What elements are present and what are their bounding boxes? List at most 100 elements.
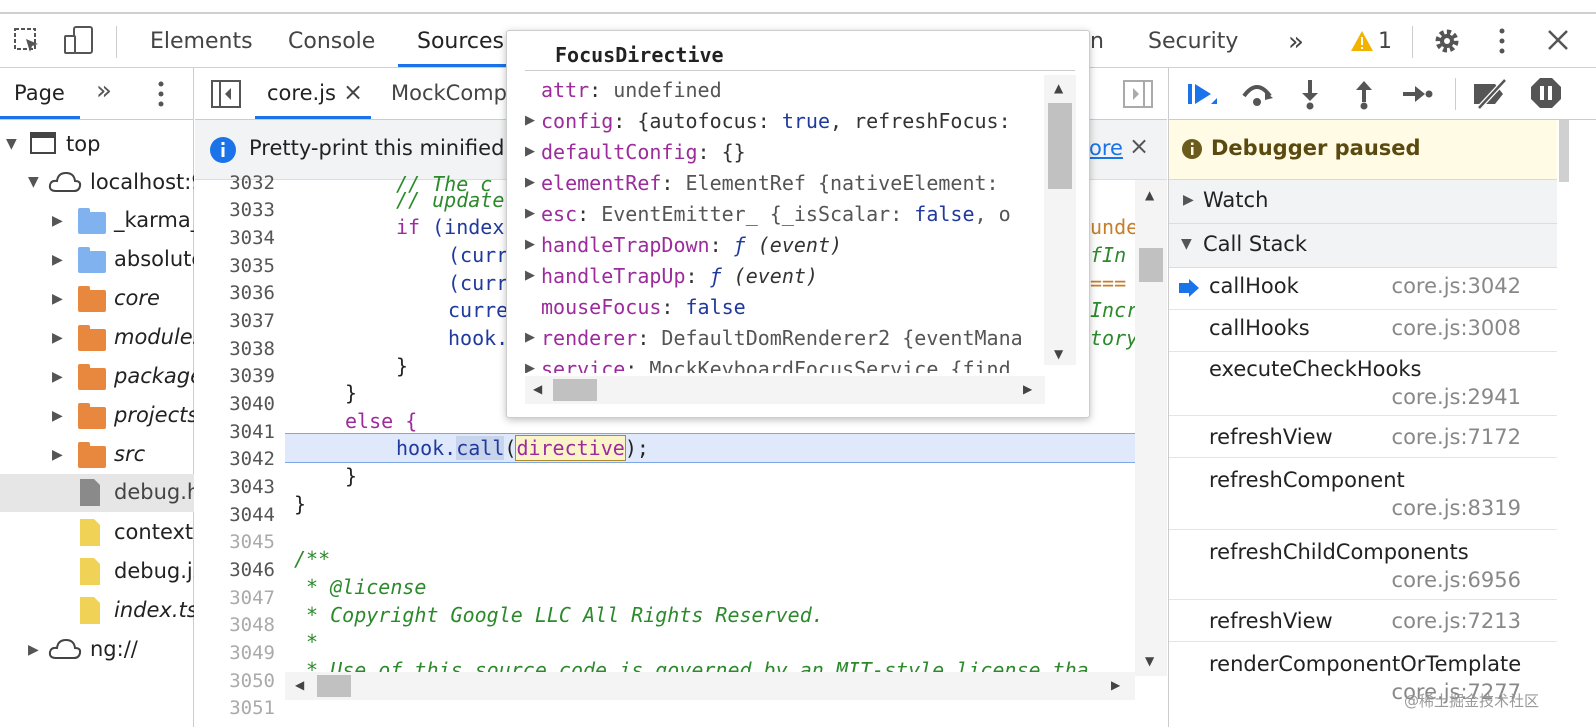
scroll-down-icon[interactable]: ▼ — [1145, 654, 1154, 668]
resume-icon[interactable] — [1185, 78, 1219, 110]
tree-item-index-ts[interactable]: index.ts — [0, 592, 194, 630]
expand-triangle-icon[interactable]: ▶ — [525, 330, 535, 345]
frame-location[interactable]: core.js:3042 — [1392, 274, 1521, 298]
tree-item-karma[interactable]: ▶ _karma_ — [0, 202, 194, 240]
line-number[interactable]: 3039 — [195, 365, 275, 387]
line-number[interactable]: 3034 — [195, 227, 275, 249]
expand-triangle-icon[interactable]: ▶ — [525, 361, 535, 373]
frame-location[interactable]: core.js:7213 — [1392, 609, 1521, 633]
tree-item-ng[interactable]: ▶ ng:// — [0, 631, 194, 669]
property-row[interactable]: renderer: DefaultDomRenderer2 {eventMana — [541, 326, 1023, 350]
inspect-element-icon[interactable] — [12, 26, 42, 56]
frame-location[interactable]: core.js:8319 — [1392, 496, 1521, 520]
tree-item-src[interactable]: ▶ src — [0, 436, 194, 474]
property-row[interactable]: handleTrapUp: ƒ (event) — [541, 264, 818, 288]
collapsed-triangle-icon[interactable]: ▶ — [52, 447, 63, 463]
pause-on-exceptions-icon[interactable] — [1529, 76, 1563, 110]
line-number[interactable]: 3032 — [195, 172, 275, 194]
close-devtools-icon[interactable] — [1546, 28, 1570, 52]
frame-location[interactable]: core.js:7172 — [1392, 425, 1521, 449]
hovered-variable[interactable]: directive — [515, 435, 626, 461]
call-stack-section-header[interactable]: ▼ Call Stack — [1169, 224, 1596, 268]
tree-item-absolute[interactable]: ▶ absolute — [0, 241, 194, 279]
step-over-icon[interactable] — [1239, 78, 1275, 110]
expand-triangle-icon[interactable]: ▶ — [525, 175, 535, 190]
popover-vertical-scrollbar[interactable]: ▲ ▼ — [1044, 75, 1076, 365]
call-frame[interactable]: refreshChildComponents core.js:6956 — [1169, 530, 1557, 600]
tree-item-projects[interactable]: ▶ projects/ — [0, 397, 194, 435]
line-number[interactable]: 3040 — [195, 393, 275, 415]
scroll-left-icon[interactable]: ◀ — [295, 678, 304, 692]
line-number[interactable]: 3035 — [195, 255, 275, 277]
expand-triangle-icon[interactable]: ▶ — [525, 268, 535, 283]
tab-page[interactable]: Page — [14, 81, 65, 105]
editor-tab-core-js[interactable]: core.js × — [255, 68, 371, 120]
kebab-menu-icon[interactable] — [1496, 26, 1508, 56]
step-out-icon[interactable] — [1351, 78, 1377, 110]
scroll-left-icon[interactable]: ◀ — [533, 382, 542, 396]
step-icon[interactable] — [1401, 78, 1433, 110]
collapsed-triangle-icon[interactable]: ▶ — [52, 213, 63, 229]
expanded-triangle-icon[interactable]: ▼ — [28, 174, 39, 190]
call-frame[interactable]: executeCheckHooks core.js:2941 — [1169, 352, 1557, 416]
property-row[interactable]: config: {autofocus: true, refreshFocus: — [541, 109, 1011, 133]
call-frame[interactable]: refreshView core.js:7172 — [1169, 416, 1557, 458]
expand-triangle-icon[interactable]: ▶ — [525, 144, 535, 159]
call-frame[interactable]: callHooks core.js:3008 — [1169, 310, 1557, 352]
line-number[interactable]: 3037 — [195, 310, 275, 332]
toggle-debugger-pane-icon[interactable] — [1123, 80, 1153, 108]
call-frame[interactable]: refreshComponent core.js:8319 — [1169, 458, 1557, 530]
line-number[interactable]: 3043 — [195, 476, 275, 498]
call-frame-selected[interactable]: callHook core.js:3042 — [1169, 268, 1557, 310]
collapsed-triangle-icon[interactable]: ▶ — [52, 408, 63, 424]
tab-sources[interactable]: Sources — [417, 26, 504, 58]
collapsed-triangle-icon[interactable]: ▶ — [28, 642, 39, 658]
tree-item-debug-js[interactable]: debug.js — [0, 553, 194, 591]
scrollbar-thumb[interactable] — [317, 675, 351, 697]
tab-network-partial[interactable]: n — [1090, 26, 1104, 58]
tree-item-top[interactable]: ▼ top — [0, 126, 194, 164]
frame-location[interactable]: core.js:2941 — [1392, 385, 1521, 409]
expand-triangle-icon[interactable]: ▶ — [525, 113, 535, 128]
call-frame[interactable]: refreshView core.js:7213 — [1169, 600, 1557, 642]
line-number[interactable]: 3048 — [195, 614, 275, 636]
scroll-up-icon[interactable]: ▲ — [1145, 188, 1154, 202]
line-number[interactable]: 3046 — [195, 559, 275, 581]
line-number[interactable]: 3041 — [195, 421, 275, 443]
tree-item-core[interactable]: ▶ core — [0, 280, 194, 318]
frame-location[interactable]: core.js:6956 — [1392, 568, 1521, 592]
infobar-close-icon[interactable]: × — [1129, 132, 1149, 160]
scroll-right-icon[interactable]: ▶ — [1023, 382, 1032, 396]
line-number[interactable]: 3049 — [195, 642, 275, 664]
expanded-triangle-icon[interactable]: ▼ — [1181, 236, 1192, 252]
device-toolbar-icon[interactable] — [62, 24, 96, 58]
editor-vertical-scrollbar[interactable]: ▲ ▼ — [1135, 180, 1167, 676]
close-tab-icon[interactable]: × — [343, 78, 363, 106]
navigator-menu-icon[interactable] — [156, 80, 166, 108]
tab-security[interactable]: Security — [1148, 26, 1238, 58]
call-frame[interactable]: renderComponentOrTemplate core.js:7277 — [1169, 642, 1557, 727]
more-tabs-button[interactable]: » — [1288, 26, 1304, 58]
expanded-triangle-icon[interactable]: ▼ — [6, 136, 17, 152]
settings-gear-icon[interactable] — [1432, 26, 1462, 56]
property-row[interactable]: handleTrapDown: ƒ (event) — [541, 233, 842, 257]
collapsed-triangle-icon[interactable]: ▶ — [52, 291, 63, 307]
property-row[interactable]: elementRef: ElementRef {nativeElement: — [541, 171, 999, 195]
line-number[interactable]: 3042 — [195, 448, 275, 470]
warning-count[interactable]: 1 — [1378, 26, 1392, 58]
line-number[interactable]: 3038 — [195, 338, 275, 360]
line-number[interactable]: 3050 — [195, 670, 275, 692]
infobar-link[interactable]: ore — [1089, 136, 1123, 160]
property-row[interactable]: service: MockKeyboardFocusService {find — [541, 357, 1011, 373]
scroll-up-icon[interactable]: ▲ — [1054, 81, 1063, 95]
scroll-down-icon[interactable]: ▼ — [1054, 347, 1063, 361]
collapsed-triangle-icon[interactable]: ▶ — [52, 330, 63, 346]
editor-horizontal-scrollbar[interactable]: ◀ ▶ — [285, 672, 1135, 700]
warning-icon[interactable] — [1350, 30, 1374, 52]
scroll-right-icon[interactable]: ▶ — [1111, 678, 1120, 692]
scrollbar-thumb[interactable] — [1559, 120, 1569, 182]
expand-triangle-icon[interactable]: ▶ — [525, 206, 535, 221]
scrollbar-thumb[interactable] — [1048, 103, 1072, 189]
tree-item-debug-html[interactable]: debug.h — [0, 474, 194, 512]
collapsed-triangle-icon[interactable]: ▶ — [1183, 192, 1194, 208]
